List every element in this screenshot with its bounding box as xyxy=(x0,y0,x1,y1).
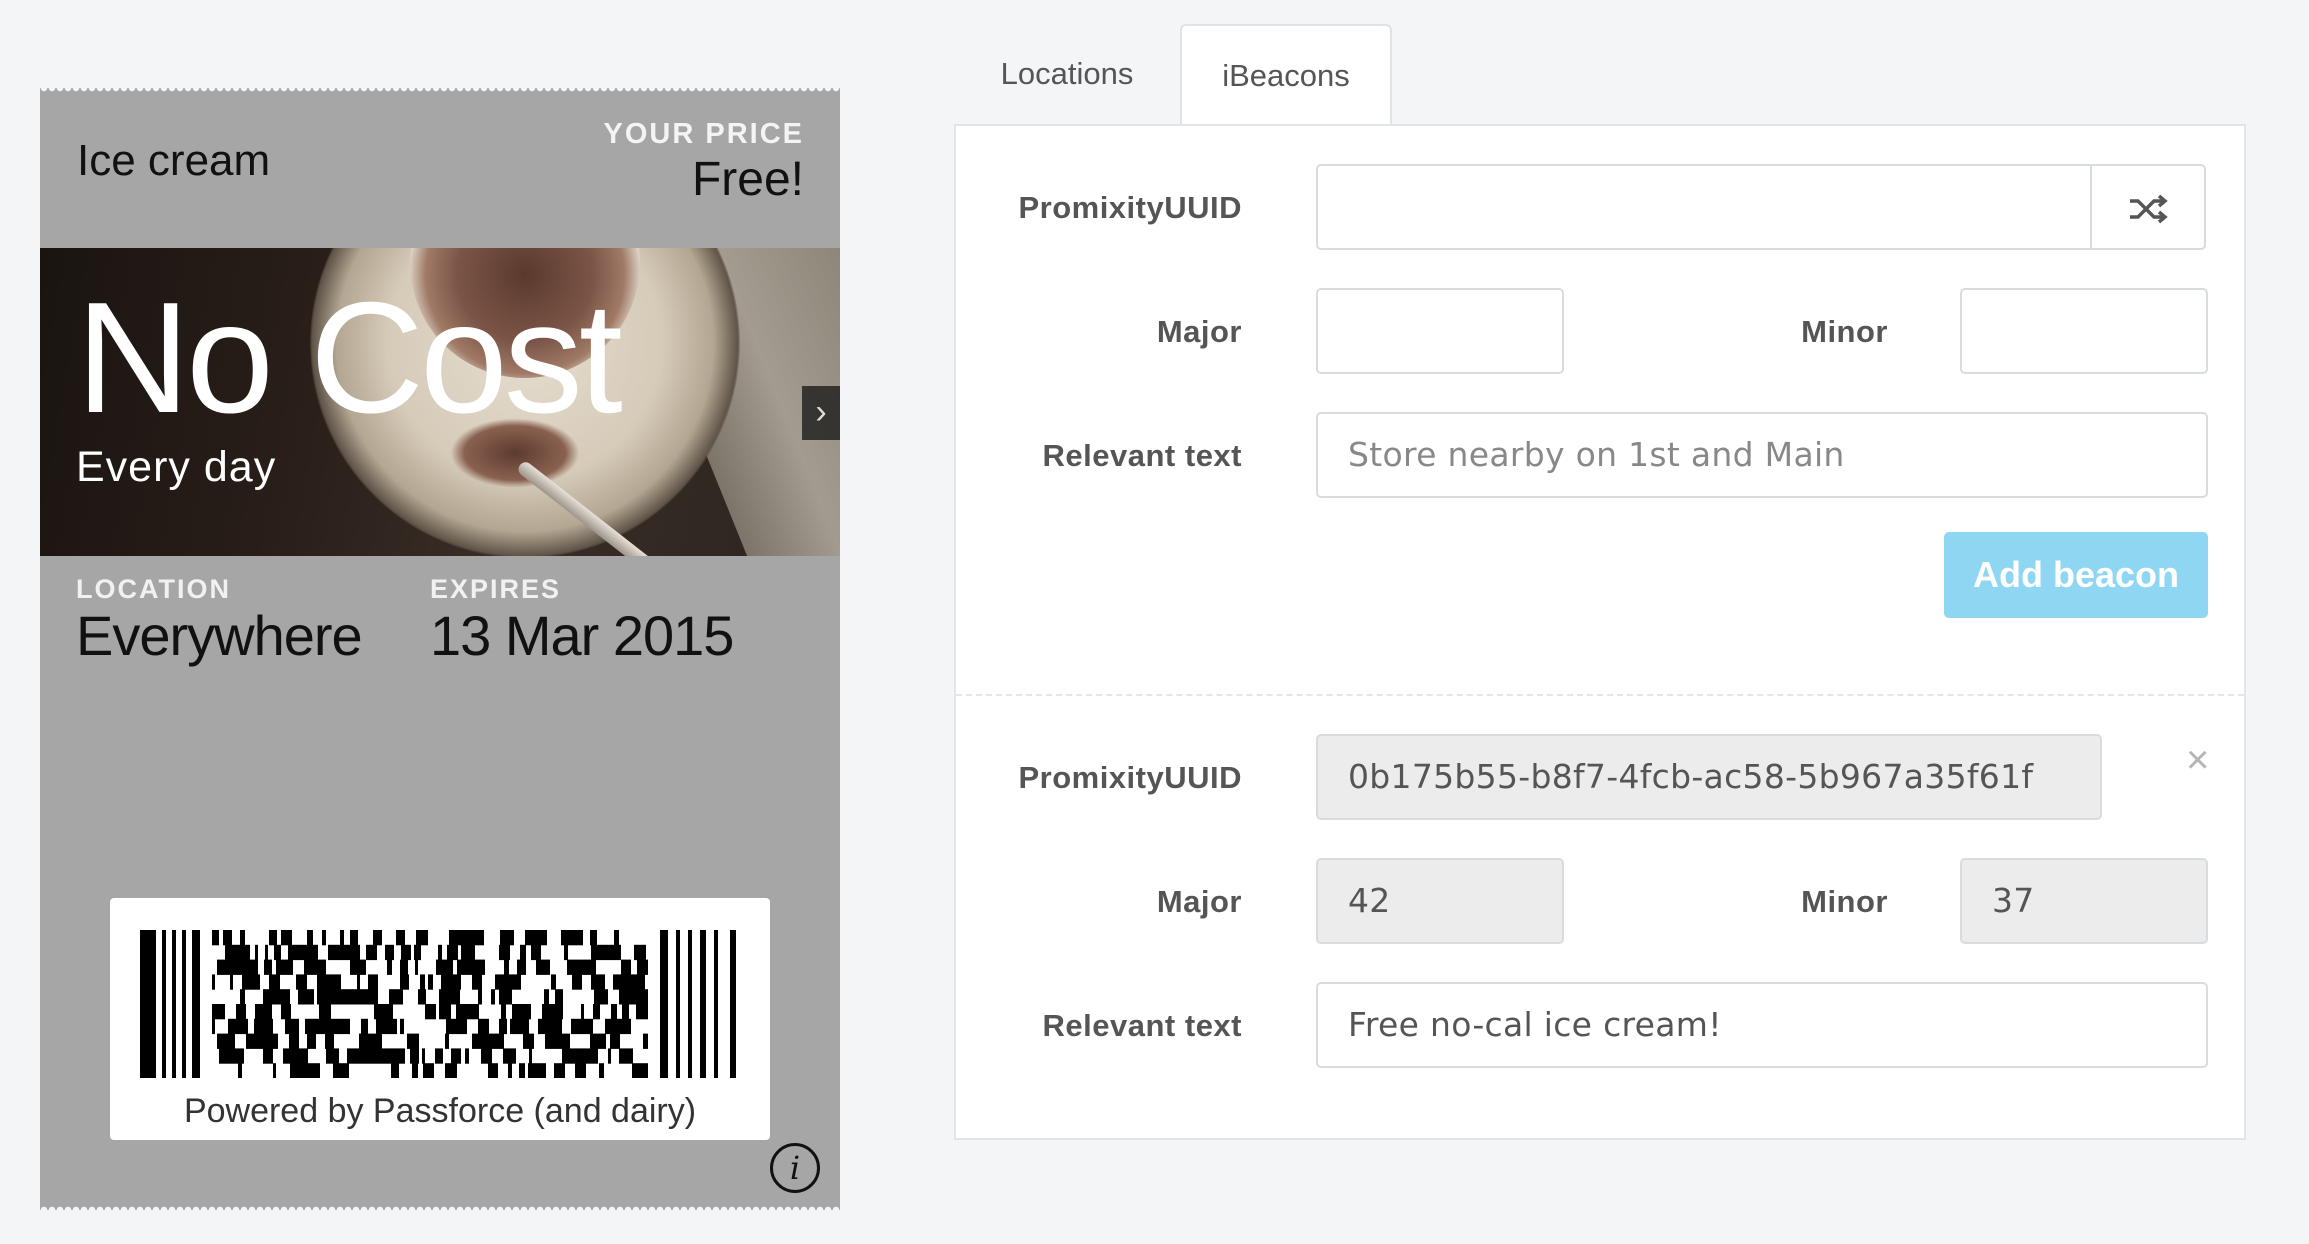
strip-image: No Cost Every day › xyxy=(40,248,840,556)
ibeacons-panel: PromixityUUID Major Minor Relevant text … xyxy=(954,124,2246,1140)
beacon-uuid-label: PromixityUUID xyxy=(1018,760,1242,795)
uuid-label: PromixityUUID xyxy=(1018,190,1242,225)
relevant-text-input[interactable]: Store nearby on 1st and Main xyxy=(1316,412,2208,498)
pass-title: Ice cream xyxy=(77,136,271,185)
beacon-major-field: 42 xyxy=(1316,858,1564,944)
chevron-right-icon[interactable]: › xyxy=(802,386,840,440)
shuffle-uuid-button[interactable] xyxy=(2090,164,2206,250)
tab-locations[interactable]: Locations xyxy=(954,24,1180,124)
tab-ibeacons[interactable]: iBeacons xyxy=(1180,24,1392,126)
beacon-relevant-text-input[interactable]: Free no-cal ice cream! xyxy=(1316,982,2208,1068)
relevant-text-label: Relevant text xyxy=(1042,438,1242,473)
wallet-pass: Ice cream YOUR PRICE Free! No Cost Every… xyxy=(40,88,840,1210)
beacon-minor-label: Minor xyxy=(1801,884,1888,919)
location-value: Everywhere xyxy=(76,604,363,667)
beacon-minor-field: 37 xyxy=(1960,858,2208,944)
shuffle-icon xyxy=(2130,194,2168,224)
info-icon[interactable]: i xyxy=(770,1143,820,1193)
add-beacon-button[interactable]: Add beacon xyxy=(1944,532,2208,618)
expires-value: 13 Mar 2015 xyxy=(430,604,734,667)
major-input[interactable] xyxy=(1316,288,1564,374)
perforated-edge-top xyxy=(40,88,840,94)
barcode-caption: Powered by Passforce (and dairy) xyxy=(183,1092,697,1130)
barcode-box: Powered by Passforce (and dairy) xyxy=(110,898,770,1140)
remove-beacon-icon[interactable]: × xyxy=(2186,738,2209,783)
beacon-uuid-field: 0b175b55-b8f7-4fcb-ac58-5b967a35f61f xyxy=(1316,734,2102,820)
location-label: LOCATION xyxy=(76,574,231,604)
price-label: YOUR PRICE xyxy=(603,118,804,150)
beacon-major-label: Major xyxy=(1156,884,1242,919)
beacon-relevant-text-label: Relevant text xyxy=(1042,1008,1242,1043)
pdf417-barcode xyxy=(140,930,736,1078)
section-divider xyxy=(956,694,2244,696)
minor-label: Minor xyxy=(1801,314,1888,349)
uuid-input[interactable] xyxy=(1316,164,2092,250)
expires-label: EXPIRES xyxy=(430,574,562,604)
minor-input[interactable] xyxy=(1960,288,2208,374)
price-value: Free! xyxy=(691,153,804,206)
strip-headline: No Cost xyxy=(76,270,623,446)
major-label: Major xyxy=(1156,314,1242,349)
perforated-edge-bottom xyxy=(40,1204,840,1210)
strip-subheadline: Every day xyxy=(76,443,277,491)
